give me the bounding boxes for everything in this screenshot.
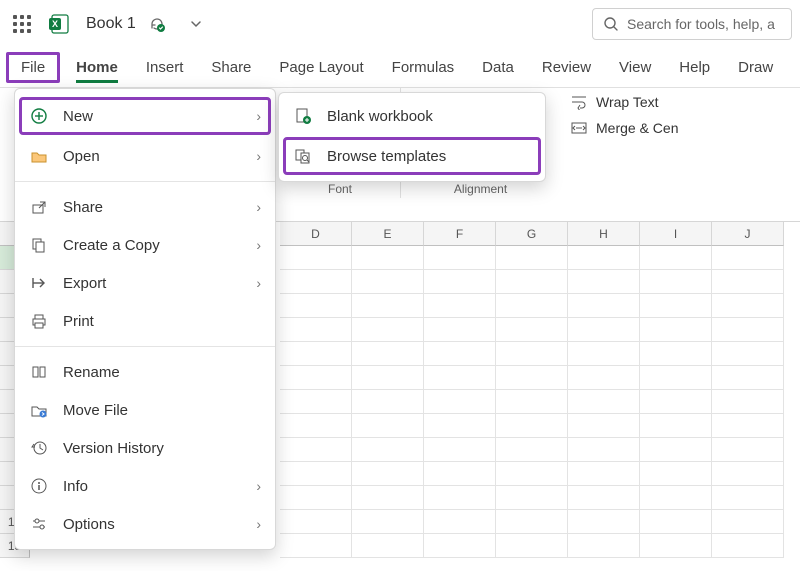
wrap-text-button[interactable]: Wrap Text — [570, 94, 678, 110]
menu-divider — [15, 346, 275, 347]
title-dropdown[interactable] — [190, 18, 202, 30]
move-file-folder-icon — [29, 400, 49, 420]
merge-center-label: Merge & Cen — [596, 120, 678, 136]
menu-divider — [15, 181, 275, 182]
merge-icon — [570, 120, 588, 136]
rename-icon — [29, 362, 49, 382]
tab-formulas[interactable]: Formulas — [380, 53, 467, 82]
merge-center-button[interactable]: Merge & Cen — [570, 120, 678, 136]
share-arrow-icon — [29, 197, 49, 217]
file-menu-new-label: New — [63, 108, 93, 125]
col-header[interactable]: E — [352, 222, 424, 246]
tab-file[interactable]: File — [6, 52, 60, 83]
templates-icon — [293, 146, 313, 166]
file-menu-info-label: Info — [63, 478, 88, 495]
file-menu-options[interactable]: Options › — [15, 505, 275, 543]
chevron-right-icon: › — [256, 478, 261, 494]
col-header[interactable]: J — [712, 222, 784, 246]
tab-data[interactable]: Data — [470, 53, 526, 82]
tab-home[interactable]: Home — [64, 53, 130, 82]
file-menu-rename-label: Rename — [63, 364, 120, 381]
file-menu-options-label: Options — [63, 516, 115, 533]
file-menu-export[interactable]: Export › — [15, 264, 275, 302]
options-sliders-icon — [29, 514, 49, 534]
file-menu-open[interactable]: Open › — [15, 137, 275, 175]
tab-help[interactable]: Help — [667, 53, 722, 82]
tab-draw[interactable]: Draw — [726, 53, 785, 82]
app-launcher[interactable] — [8, 10, 36, 38]
file-menu-move-file-label: Move File — [63, 402, 128, 419]
print-icon — [29, 311, 49, 331]
chevron-right-icon: › — [256, 199, 261, 215]
workbook-title[interactable]: Book 1 — [86, 15, 136, 33]
search-icon — [603, 16, 619, 32]
col-header[interactable]: H — [568, 222, 640, 246]
chevron-right-icon: › — [256, 516, 261, 532]
tab-insert[interactable]: Insert — [134, 53, 196, 82]
file-menu: New › Open › Share › Create a Copy › Exp… — [14, 88, 276, 550]
file-menu-new[interactable]: New › — [19, 97, 271, 135]
tab-review[interactable]: Review — [530, 53, 603, 82]
new-browse-templates[interactable]: Browse templates — [283, 137, 541, 175]
chevron-right-icon: › — [256, 108, 261, 124]
blank-workbook-icon — [293, 106, 313, 126]
col-header[interactable]: I — [640, 222, 712, 246]
wrap-merge-group: Wrap Text Merge & Cen — [570, 88, 678, 198]
file-menu-version-history[interactable]: Version History — [15, 429, 275, 467]
chevron-right-icon: › — [256, 148, 261, 164]
search-placeholder: Search for tools, help, a — [627, 16, 775, 32]
history-icon — [29, 438, 49, 458]
file-menu-create-copy-label: Create a Copy — [63, 237, 160, 254]
file-menu-share[interactable]: Share › — [15, 188, 275, 226]
ribbon-tabs: File Home Insert Share Page Layout Formu… — [0, 48, 800, 88]
new-blank-workbook-label: Blank workbook — [327, 108, 433, 125]
file-menu-move-file[interactable]: Move File — [15, 391, 275, 429]
new-submenu: Blank workbook Browse templates — [278, 92, 546, 182]
copy-icon — [29, 235, 49, 255]
file-menu-print[interactable]: Print — [15, 302, 275, 340]
wrap-text-icon — [570, 94, 588, 110]
cells-grid[interactable] — [280, 246, 800, 571]
file-menu-rename[interactable]: Rename — [15, 353, 275, 391]
new-browse-templates-label: Browse templates — [327, 148, 446, 165]
tab-page-layout[interactable]: Page Layout — [267, 53, 375, 82]
file-menu-export-label: Export — [63, 275, 106, 292]
sync-saved-icon — [148, 15, 166, 33]
file-menu-open-label: Open — [63, 148, 100, 165]
excel-logo-icon: X — [46, 11, 72, 37]
col-header[interactable]: G — [496, 222, 568, 246]
waffle-icon — [13, 15, 31, 33]
file-menu-share-label: Share — [63, 199, 103, 216]
export-icon — [29, 273, 49, 293]
new-blank-workbook[interactable]: Blank workbook — [279, 97, 545, 135]
svg-text:X: X — [52, 19, 58, 29]
tab-share[interactable]: Share — [199, 53, 263, 82]
column-headers: D E F G H I J — [280, 222, 800, 246]
wrap-text-label: Wrap Text — [596, 94, 659, 110]
col-header[interactable]: F — [424, 222, 496, 246]
new-icon — [29, 106, 49, 126]
title-bar: X Book 1 Search for tools, help, a — [0, 0, 800, 48]
file-menu-create-copy[interactable]: Create a Copy › — [15, 226, 275, 264]
folder-open-icon — [29, 146, 49, 166]
search-box[interactable]: Search for tools, help, a — [592, 8, 792, 40]
chevron-right-icon: › — [256, 237, 261, 253]
col-header[interactable]: D — [280, 222, 352, 246]
file-menu-info[interactable]: Info › — [15, 467, 275, 505]
info-icon — [29, 476, 49, 496]
tab-view[interactable]: View — [607, 53, 663, 82]
chevron-right-icon: › — [256, 275, 261, 291]
file-menu-print-label: Print — [63, 313, 94, 330]
file-menu-version-history-label: Version History — [63, 440, 164, 457]
